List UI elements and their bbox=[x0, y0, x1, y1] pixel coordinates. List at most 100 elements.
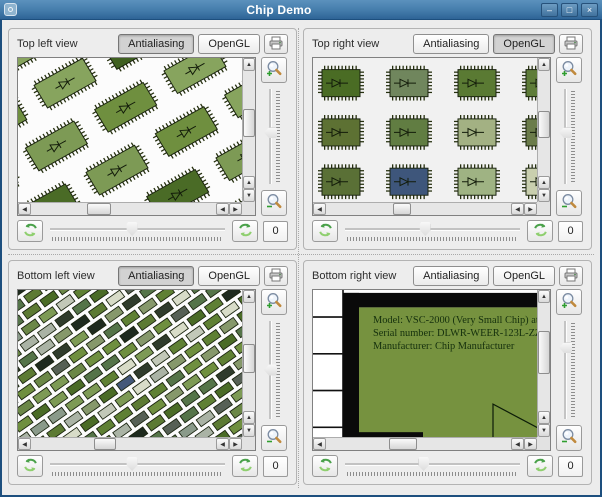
zoom-slider-handle[interactable] bbox=[264, 364, 277, 376]
zoom-in-button[interactable] bbox=[556, 289, 582, 315]
scroll-right-button[interactable]: ▶ bbox=[229, 203, 242, 215]
print-button[interactable] bbox=[264, 34, 288, 54]
main-content: Top left view Antialiasing OpenGL ▲ ▲ ▼ … bbox=[2, 20, 600, 495]
rotate-slider[interactable] bbox=[343, 220, 522, 242]
zoom-in-button[interactable] bbox=[261, 289, 287, 315]
rotate-left-button[interactable] bbox=[17, 455, 43, 477]
vertical-scrollbar-thumb[interactable] bbox=[243, 108, 255, 138]
graphics-view[interactable]: Model: VSC-2000 (Very Small Chip) at 9 Se… bbox=[312, 289, 551, 451]
zoom-slider[interactable] bbox=[264, 87, 284, 186]
rotate-slider-handle[interactable] bbox=[126, 222, 138, 236]
scroll-up-button[interactable]: ▲ bbox=[538, 290, 550, 303]
chip-scene-canvas[interactable] bbox=[18, 58, 242, 202]
rotate-left-button[interactable] bbox=[17, 220, 43, 242]
zoom-out-button[interactable] bbox=[556, 190, 582, 216]
scroll-left-button[interactable]: ◀ bbox=[216, 203, 229, 215]
scroll-right-button[interactable]: ▶ bbox=[524, 438, 537, 450]
horizontal-scrollbar-thumb[interactable] bbox=[392, 203, 412, 215]
antialiasing-button[interactable]: Antialiasing bbox=[118, 34, 195, 54]
zoom-in-button[interactable] bbox=[556, 57, 582, 83]
chip-scene-canvas[interactable]: Model: VSC-2000 (Very Small Chip) at 9 Se… bbox=[313, 290, 537, 437]
rotate-slider-handle[interactable] bbox=[419, 222, 431, 236]
horizontal-scrollbar-thumb[interactable] bbox=[86, 203, 111, 215]
zoom-slider[interactable] bbox=[264, 319, 284, 421]
scroll-left-button[interactable]: ◀ bbox=[511, 438, 524, 450]
scroll-up-button[interactable]: ▲ bbox=[538, 58, 550, 71]
scroll-down-button[interactable]: ▼ bbox=[538, 424, 550, 437]
scroll-left-button[interactable]: ◀ bbox=[216, 438, 229, 450]
window-menu-icon[interactable] bbox=[4, 3, 17, 16]
rotate-slider-handle[interactable] bbox=[418, 457, 430, 471]
horizontal-scrollbar[interactable]: ◀ ◀ ▶ bbox=[313, 202, 537, 215]
horizontal-scrollbar[interactable]: ◀ ◀ ▶ bbox=[18, 437, 242, 450]
close-button[interactable]: × bbox=[581, 2, 598, 17]
horizontal-scrollbar-thumb[interactable] bbox=[388, 438, 417, 450]
vertical-scrollbar[interactable]: ▲ ▲ ▼ bbox=[537, 290, 550, 437]
opengl-button[interactable]: OpenGL bbox=[493, 266, 555, 286]
zoom-slider[interactable] bbox=[559, 319, 579, 421]
titlebar[interactable]: Chip Demo – □ × bbox=[0, 0, 602, 20]
scroll-up-button[interactable]: ▲ bbox=[538, 176, 550, 189]
scroll-down-button[interactable]: ▼ bbox=[538, 189, 550, 202]
horizontal-scrollbar[interactable]: ◀ ◀ ▶ bbox=[18, 202, 242, 215]
scroll-right-button[interactable]: ▶ bbox=[229, 438, 242, 450]
vertical-scrollbar[interactable]: ▲ ▲ ▼ bbox=[242, 290, 255, 437]
zoom-out-button[interactable] bbox=[261, 425, 287, 451]
scroll-down-button[interactable]: ▼ bbox=[243, 189, 255, 202]
scroll-up-button[interactable]: ▲ bbox=[243, 290, 255, 303]
zoom-in-button[interactable] bbox=[261, 57, 287, 83]
splitter-horizontal[interactable] bbox=[8, 254, 594, 255]
rotate-right-button[interactable] bbox=[527, 455, 553, 477]
rotate-right-button[interactable] bbox=[232, 455, 258, 477]
splitter-vertical[interactable] bbox=[298, 28, 299, 488]
vertical-scrollbar-thumb[interactable] bbox=[538, 331, 550, 375]
zoom-slider-handle[interactable] bbox=[559, 342, 572, 354]
scroll-up-button[interactable]: ▲ bbox=[538, 411, 550, 424]
print-button[interactable] bbox=[559, 266, 583, 286]
antialiasing-button[interactable]: Antialiasing bbox=[118, 266, 195, 286]
vertical-scrollbar[interactable]: ▲ ▲ ▼ bbox=[537, 58, 550, 202]
opengl-button[interactable]: OpenGL bbox=[493, 34, 555, 54]
rotate-slider[interactable] bbox=[343, 455, 522, 477]
horizontal-scrollbar-thumb[interactable] bbox=[93, 438, 117, 450]
graphics-view[interactable]: ▲ ▲ ▼ ◀ ◀ ▶ bbox=[312, 57, 551, 216]
scroll-left-button[interactable]: ◀ bbox=[18, 438, 31, 450]
scroll-up-button[interactable]: ▲ bbox=[243, 176, 255, 189]
vertical-scrollbar-thumb[interactable] bbox=[243, 344, 255, 374]
zoom-out-button[interactable] bbox=[261, 190, 287, 216]
rotate-slider-handle[interactable] bbox=[126, 457, 138, 471]
rotate-slider[interactable] bbox=[48, 220, 227, 242]
scroll-left-button[interactable]: ◀ bbox=[313, 203, 326, 215]
minimize-button[interactable]: – bbox=[541, 2, 558, 17]
scroll-right-button[interactable]: ▶ bbox=[524, 203, 537, 215]
zoom-slider[interactable] bbox=[559, 87, 579, 186]
antialiasing-button[interactable]: Antialiasing bbox=[413, 34, 490, 54]
rotate-right-button[interactable] bbox=[232, 220, 258, 242]
scroll-up-button[interactable]: ▲ bbox=[243, 58, 255, 71]
scroll-down-button[interactable]: ▼ bbox=[243, 424, 255, 437]
print-button[interactable] bbox=[559, 34, 583, 54]
chip-scene-canvas[interactable] bbox=[313, 58, 537, 202]
print-button[interactable] bbox=[264, 266, 288, 286]
rotate-slider[interactable] bbox=[48, 455, 227, 477]
zoom-slider-handle[interactable] bbox=[559, 127, 572, 139]
opengl-button[interactable]: OpenGL bbox=[198, 34, 260, 54]
scroll-up-button[interactable]: ▲ bbox=[243, 411, 255, 424]
rotate-left-button[interactable] bbox=[312, 220, 338, 242]
graphics-view[interactable]: ▲ ▲ ▼ ◀ ◀ ▶ bbox=[17, 289, 256, 451]
vertical-scrollbar-thumb[interactable] bbox=[538, 110, 550, 139]
rotate-right-button[interactable] bbox=[527, 220, 553, 242]
opengl-button[interactable]: OpenGL bbox=[198, 266, 260, 286]
zoom-slider-handle[interactable] bbox=[264, 127, 277, 139]
chip-scene-canvas[interactable] bbox=[18, 290, 242, 437]
maximize-button[interactable]: □ bbox=[561, 2, 578, 17]
scroll-left-button[interactable]: ◀ bbox=[313, 438, 326, 450]
vertical-scrollbar[interactable]: ▲ ▲ ▼ bbox=[242, 58, 255, 202]
horizontal-scrollbar[interactable]: ◀ ◀ ▶ bbox=[313, 437, 537, 450]
zoom-out-button[interactable] bbox=[556, 425, 582, 451]
scroll-left-button[interactable]: ◀ bbox=[18, 203, 31, 215]
antialiasing-button[interactable]: Antialiasing bbox=[413, 266, 490, 286]
rotate-left-button[interactable] bbox=[312, 455, 338, 477]
graphics-view[interactable]: ▲ ▲ ▼ ◀ ◀ ▶ bbox=[17, 57, 256, 216]
scroll-left-button[interactable]: ◀ bbox=[511, 203, 524, 215]
